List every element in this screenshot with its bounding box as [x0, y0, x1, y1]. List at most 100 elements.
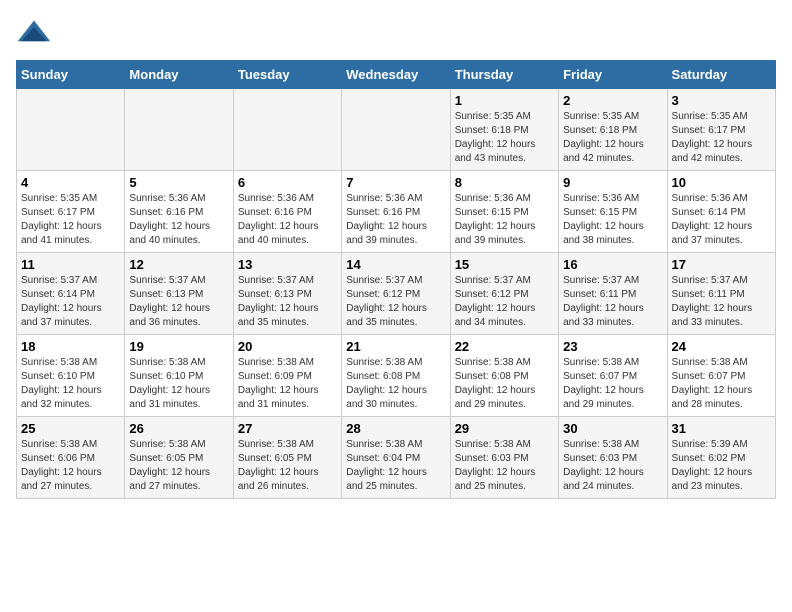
- day-number: 11: [21, 257, 120, 272]
- day-info: Sunrise: 5:38 AMSunset: 6:07 PMDaylight:…: [672, 356, 771, 412]
- calendar-cell: 29 Sunrise: 5:38 AMSunset: 6:03 PMDayligh…: [450, 417, 558, 499]
- day-number: 28: [346, 421, 445, 436]
- day-info: Sunrise: 5:38 AMSunset: 6:03 PMDaylight:…: [455, 438, 554, 494]
- day-info: Sunrise: 5:38 AMSunset: 6:04 PMDaylight:…: [346, 438, 445, 494]
- day-number: 26: [129, 421, 228, 436]
- calendar-cell: 30Sunrise: 5:38 AMSunset: 6:03 PMDayligh…: [559, 417, 667, 499]
- calendar-cell: 21 Sunrise: 5:38 AMSunset: 6:08 PMDayligh…: [342, 335, 450, 417]
- calendar-cell: [125, 89, 233, 171]
- day-info: Sunrise: 5:37 AMSunset: 6:11 PMDaylight:…: [563, 274, 662, 330]
- calendar-week-row: 11 Sunrise: 5:37 AMSunset: 6:14 PMDayligh…: [17, 253, 776, 335]
- col-header-sunday: Sunday: [17, 61, 125, 89]
- day-number: 30: [563, 421, 662, 436]
- day-number: 4: [21, 175, 120, 190]
- calendar-cell: 27Sunrise: 5:38 AMSunset: 6:05 PMDayligh…: [233, 417, 341, 499]
- day-info: Sunrise: 5:35 AMSunset: 6:17 PMDaylight:…: [672, 110, 771, 166]
- day-info: Sunrise: 5:36 AMSunset: 6:15 PMDaylight:…: [563, 192, 662, 248]
- calendar-week-row: 1 Sunrise: 5:35 AMSunset: 6:18 PMDaylight…: [17, 89, 776, 171]
- day-number: 13: [238, 257, 337, 272]
- calendar-cell: [342, 89, 450, 171]
- calendar-cell: 10 Sunrise: 5:36 AMSunset: 6:14 PMDayligh…: [667, 171, 775, 253]
- day-number: 21: [346, 339, 445, 354]
- calendar-cell: 17 Sunrise: 5:37 AMSunset: 6:11 PMDayligh…: [667, 253, 775, 335]
- day-number: 14: [346, 257, 445, 272]
- calendar-cell: 16Sunrise: 5:37 AMSunset: 6:11 PMDayligh…: [559, 253, 667, 335]
- calendar-cell: 14Sunrise: 5:37 AMSunset: 6:12 PMDayligh…: [342, 253, 450, 335]
- calendar-cell: 20 Sunrise: 5:38 AMSunset: 6:09 PMDayligh…: [233, 335, 341, 417]
- col-header-monday: Monday: [125, 61, 233, 89]
- day-number: 20: [238, 339, 337, 354]
- col-header-thursday: Thursday: [450, 61, 558, 89]
- page-header: [16, 16, 776, 52]
- col-header-saturday: Saturday: [667, 61, 775, 89]
- calendar-cell: 9 Sunrise: 5:36 AMSunset: 6:15 PMDaylight…: [559, 171, 667, 253]
- day-info: Sunrise: 5:38 AMSunset: 6:07 PMDaylight:…: [563, 356, 662, 412]
- day-number: 29: [455, 421, 554, 436]
- day-number: 31: [672, 421, 771, 436]
- day-info: Sunrise: 5:38 AMSunset: 6:05 PMDaylight:…: [129, 438, 228, 494]
- calendar-cell: 11 Sunrise: 5:37 AMSunset: 6:14 PMDayligh…: [17, 253, 125, 335]
- calendar-cell: 5 Sunrise: 5:36 AMSunset: 6:16 PMDaylight…: [125, 171, 233, 253]
- day-number: 1: [455, 93, 554, 108]
- day-number: 22: [455, 339, 554, 354]
- day-number: 10: [672, 175, 771, 190]
- calendar-cell: 3 Sunrise: 5:35 AMSunset: 6:17 PMDaylight…: [667, 89, 775, 171]
- calendar-cell: 25 Sunrise: 5:38 AMSunset: 6:06 PMDayligh…: [17, 417, 125, 499]
- day-number: 15: [455, 257, 554, 272]
- day-number: 24: [672, 339, 771, 354]
- calendar-cell: 12 Sunrise: 5:37 AMSunset: 6:13 PMDayligh…: [125, 253, 233, 335]
- day-info: Sunrise: 5:38 AMSunset: 6:10 PMDaylight:…: [129, 356, 228, 412]
- day-number: 17: [672, 257, 771, 272]
- calendar-cell: 19 Sunrise: 5:38 AMSunset: 6:10 PMDayligh…: [125, 335, 233, 417]
- day-number: 19: [129, 339, 228, 354]
- calendar-cell: 31 Sunrise: 5:39 AMSunset: 6:02 PMDayligh…: [667, 417, 775, 499]
- day-number: 5: [129, 175, 228, 190]
- day-number: 6: [238, 175, 337, 190]
- calendar-cell: 26 Sunrise: 5:38 AMSunset: 6:05 PMDayligh…: [125, 417, 233, 499]
- day-info: Sunrise: 5:38 AMSunset: 6:08 PMDaylight:…: [455, 356, 554, 412]
- calendar-cell: 28 Sunrise: 5:38 AMSunset: 6:04 PMDayligh…: [342, 417, 450, 499]
- day-number: 7: [346, 175, 445, 190]
- calendar-cell: [17, 89, 125, 171]
- day-info: Sunrise: 5:38 AMSunset: 6:06 PMDaylight:…: [21, 438, 120, 494]
- calendar-cell: 22 Sunrise: 5:38 AMSunset: 6:08 PMDayligh…: [450, 335, 558, 417]
- logo-icon: [16, 16, 52, 52]
- day-number: 12: [129, 257, 228, 272]
- day-info: Sunrise: 5:37 AMSunset: 6:13 PMDaylight:…: [238, 274, 337, 330]
- day-info: Sunrise: 5:37 AMSunset: 6:14 PMDaylight:…: [21, 274, 120, 330]
- calendar-week-row: 4Sunrise: 5:35 AMSunset: 6:17 PMDaylight…: [17, 171, 776, 253]
- day-number: 18: [21, 339, 120, 354]
- calendar-cell: 24 Sunrise: 5:38 AMSunset: 6:07 PMDayligh…: [667, 335, 775, 417]
- day-number: 9: [563, 175, 662, 190]
- col-header-friday: Friday: [559, 61, 667, 89]
- day-info: Sunrise: 5:37 AMSunset: 6:11 PMDaylight:…: [672, 274, 771, 330]
- day-info: Sunrise: 5:38 AMSunset: 6:08 PMDaylight:…: [346, 356, 445, 412]
- day-number: 3: [672, 93, 771, 108]
- calendar-header-row: SundayMondayTuesdayWednesdayThursdayFrid…: [17, 61, 776, 89]
- calendar-table: SundayMondayTuesdayWednesdayThursdayFrid…: [16, 60, 776, 499]
- day-info: Sunrise: 5:39 AMSunset: 6:02 PMDaylight:…: [672, 438, 771, 494]
- calendar-cell: 6 Sunrise: 5:36 AMSunset: 6:16 PMDaylight…: [233, 171, 341, 253]
- day-number: 8: [455, 175, 554, 190]
- day-info: Sunrise: 5:36 AMSunset: 6:14 PMDaylight:…: [672, 192, 771, 248]
- calendar-cell: 2Sunrise: 5:35 AMSunset: 6:18 PMDaylight…: [559, 89, 667, 171]
- logo: [16, 16, 58, 52]
- calendar-cell: 23 Sunrise: 5:38 AMSunset: 6:07 PMDayligh…: [559, 335, 667, 417]
- day-info: Sunrise: 5:38 AMSunset: 6:09 PMDaylight:…: [238, 356, 337, 412]
- day-info: Sunrise: 5:35 AMSunset: 6:18 PMDaylight:…: [563, 110, 662, 166]
- calendar-cell: 18 Sunrise: 5:38 AMSunset: 6:10 PMDayligh…: [17, 335, 125, 417]
- day-info: Sunrise: 5:36 AMSunset: 6:16 PMDaylight:…: [129, 192, 228, 248]
- calendar-cell: 1Sunrise: 5:35 AMSunset: 6:18 PMDaylight…: [450, 89, 558, 171]
- calendar-cell: 13 Sunrise: 5:37 AMSunset: 6:13 PMDayligh…: [233, 253, 341, 335]
- day-number: 25: [21, 421, 120, 436]
- day-info: Sunrise: 5:36 AMSunset: 6:15 PMDaylight:…: [455, 192, 554, 248]
- col-header-wednesday: Wednesday: [342, 61, 450, 89]
- calendar-cell: 8 Sunrise: 5:36 AMSunset: 6:15 PMDaylight…: [450, 171, 558, 253]
- calendar-cell: 7 Sunrise: 5:36 AMSunset: 6:16 PMDaylight…: [342, 171, 450, 253]
- day-info: Sunrise: 5:36 AMSunset: 6:16 PMDaylight:…: [346, 192, 445, 248]
- day-info: Sunrise: 5:36 AMSunset: 6:16 PMDaylight:…: [238, 192, 337, 248]
- calendar-week-row: 18 Sunrise: 5:38 AMSunset: 6:10 PMDayligh…: [17, 335, 776, 417]
- day-info: Sunrise: 5:37 AMSunset: 6:13 PMDaylight:…: [129, 274, 228, 330]
- day-info: Sunrise: 5:38 AMSunset: 6:10 PMDaylight:…: [21, 356, 120, 412]
- day-number: 23: [563, 339, 662, 354]
